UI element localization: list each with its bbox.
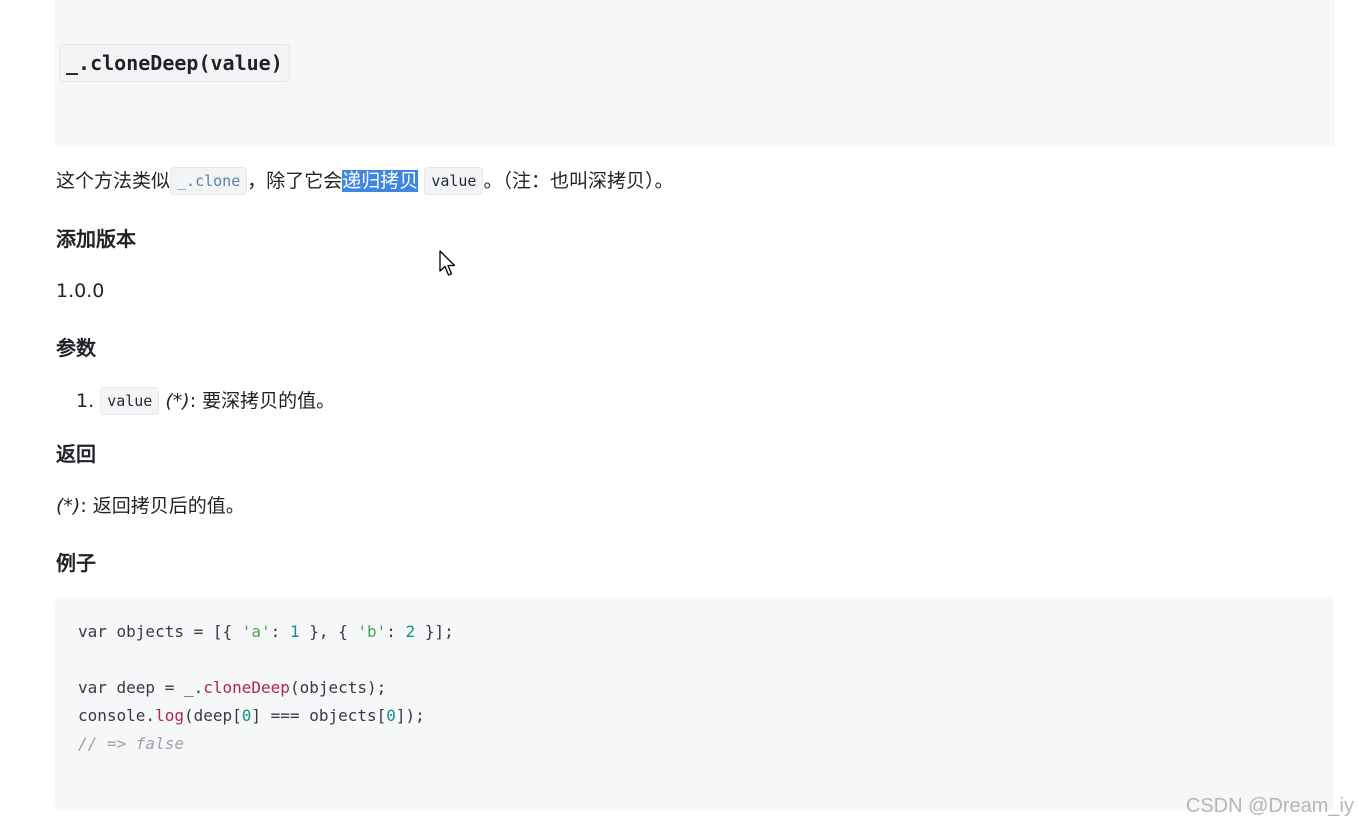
code-line-3: console.log(deep[0] === objects[0]); bbox=[78, 706, 425, 725]
code-line-4: // => false bbox=[78, 734, 184, 753]
argument-type: (*) bbox=[165, 390, 190, 412]
argument-number: 1. bbox=[76, 390, 95, 412]
arguments-heading: 参数 bbox=[56, 336, 96, 360]
description-text-1: 这个方法类似 bbox=[56, 170, 171, 192]
code-line-2: var deep = _.cloneDeep(objects); bbox=[78, 678, 387, 697]
mouse-pointer-icon bbox=[439, 250, 456, 276]
method-signature: _.cloneDeep(value) bbox=[59, 44, 290, 82]
watermark-text: CSDN @Dream_iy bbox=[1185, 795, 1354, 817]
version-value: 1.0.0 bbox=[56, 280, 105, 302]
code-line-1: var objects = [{ 'a': 1 }, { 'b': 2 }]; bbox=[78, 622, 454, 641]
clone-link[interactable]: _.clone bbox=[170, 167, 248, 195]
description-text-3: 。（注：也叫深拷贝）。 bbox=[483, 170, 674, 192]
method-description: 这个方法类似 _.clone ，除了它会递归拷贝 value 。（注：也叫深拷贝）。 bbox=[56, 167, 673, 195]
argument-name: value bbox=[100, 387, 160, 415]
example-heading: 例子 bbox=[56, 551, 96, 575]
returns-value: (*): 返回拷贝后的值。 bbox=[56, 492, 245, 520]
argument-desc: : 要深拷贝的值。 bbox=[189, 390, 336, 412]
selected-text[interactable]: 递归拷贝 bbox=[342, 170, 419, 192]
value-code: value bbox=[424, 167, 484, 195]
argument-item: 1. value (*): 要深拷贝的值。 bbox=[76, 387, 335, 415]
returns-heading: 返回 bbox=[56, 442, 96, 466]
description-text-2: ，除了它会 bbox=[247, 170, 343, 192]
version-heading: 添加版本 bbox=[56, 227, 136, 251]
returns-type: (*) bbox=[56, 495, 81, 517]
returns-desc: : 返回拷贝后的值。 bbox=[80, 495, 245, 517]
